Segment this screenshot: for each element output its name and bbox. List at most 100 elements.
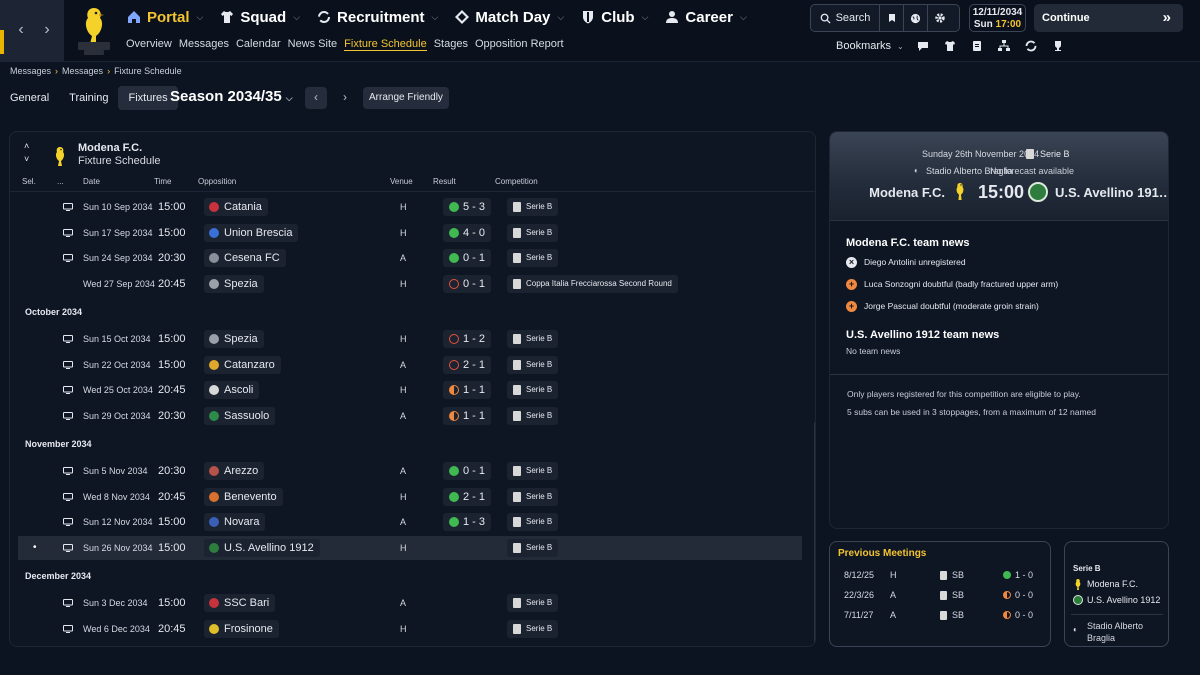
column-result[interactable]: Result xyxy=(433,177,456,186)
breadcrumb-item[interactable]: Messages xyxy=(10,66,51,76)
tab-fixtures[interactable]: Fixtures xyxy=(118,86,178,110)
settings-button[interactable] xyxy=(927,5,951,31)
table-row[interactable]: Sun 15 Oct 2034 15:00 Spezia H 1 - 2 Serie B xyxy=(18,327,802,351)
table-row[interactable]: Sun 10 Sep 2034 15:00 Catania H 5 - 3 Serie B xyxy=(18,195,802,219)
previous-meeting-row[interactable]: 7/11/27 A SB 0 - 0 xyxy=(830,608,1050,624)
competition-link[interactable]: Serie B xyxy=(507,487,559,506)
team-news-item[interactable]: + Jorge Pascual doubtful (moderate groin … xyxy=(846,295,1156,317)
subnav-calendar[interactable]: Calendar xyxy=(236,38,281,51)
forward-button[interactable]: › xyxy=(36,14,58,46)
previous-meeting-row[interactable]: 22/3/26 A SB 0 - 0 xyxy=(830,588,1050,604)
venue-home-team[interactable]: Modena F.C. xyxy=(1087,579,1138,589)
team-news-item[interactable]: × Diego Antolini unregistered xyxy=(846,251,1156,273)
column-sel[interactable]: Sel. xyxy=(22,177,36,186)
subnav-fixture-schedule[interactable]: Fixture Schedule xyxy=(344,38,427,51)
nav-career[interactable]: Career ⌵ xyxy=(664,6,747,28)
nav-portal[interactable]: Portal ⌵ xyxy=(126,6,203,28)
table-row[interactable]: Wed 8 Nov 2034 20:45 Benevento H 2 - 1 Serie … xyxy=(18,485,802,509)
opposition-link[interactable]: U.S. Avellino 1912 xyxy=(204,538,320,557)
next-season-button[interactable]: › xyxy=(334,87,356,109)
column-options[interactable]: ... xyxy=(57,177,64,186)
result-link[interactable]: 1 - 1 xyxy=(443,381,492,399)
subnav-overview[interactable]: Overview xyxy=(126,38,172,51)
home-team[interactable]: Modena F.C. xyxy=(869,185,945,200)
tab-general[interactable]: General xyxy=(0,86,59,110)
opposition-link[interactable]: Arezzo xyxy=(204,462,265,480)
shirt-icon[interactable] xyxy=(942,38,958,54)
opposition-link[interactable]: Frosinone xyxy=(204,619,279,638)
column-venue[interactable]: Venue xyxy=(390,177,413,186)
opposition-link[interactable]: Union Brescia xyxy=(204,223,299,242)
column-competition[interactable]: Competition xyxy=(495,177,538,186)
table-row[interactable]: Sun 3 Dec 2034 15:00 SSC Bari A Serie B xyxy=(18,591,802,615)
scrollbar[interactable] xyxy=(814,422,815,646)
venue-away-team[interactable]: U.S. Avellino 1912 xyxy=(1087,595,1160,605)
opposition-link[interactable]: Spezia xyxy=(204,330,264,348)
table-row[interactable]: Wed 27 Sep 2034 20:45 Spezia H 0 - 1 Coppa It… xyxy=(18,272,802,296)
opposition-link[interactable]: Catanzaro xyxy=(204,355,281,374)
table-row[interactable]: Sun 12 Nov 2034 15:00 Novara A 1 - 3 Serie B xyxy=(18,510,802,534)
column-time[interactable]: Time xyxy=(154,177,171,186)
table-row[interactable]: Sun 29 Oct 2034 20:30 Sassuolo A 1 - 1 Serie … xyxy=(18,404,802,428)
result-link[interactable]: 4 - 0 xyxy=(443,223,492,242)
result-link[interactable]: 0 - 1 xyxy=(443,249,492,267)
breadcrumb-item[interactable]: Messages xyxy=(62,66,103,76)
nav-squad[interactable]: Squad ⌵ xyxy=(219,6,300,28)
collapse-toggle[interactable]: ˄ ˅ xyxy=(24,140,29,166)
table-row[interactable]: Sun 24 Sep 2034 20:30 Cesena FC A 0 - 1 Serie… xyxy=(18,246,802,270)
result-link[interactable]: 0 - 1 xyxy=(443,274,492,293)
opposition-link[interactable]: Cesena FC xyxy=(204,249,286,267)
bookmarks-label[interactable]: Bookmarks xyxy=(836,40,891,52)
opposition-link[interactable]: Benevento xyxy=(204,487,283,506)
competition-link[interactable]: Serie B xyxy=(507,330,559,348)
opposition-link[interactable]: Ascoli xyxy=(204,381,260,399)
competition-link[interactable]: Serie B xyxy=(507,538,559,557)
nav-recruitment[interactable]: Recruitment ⌵ xyxy=(316,6,438,28)
opposition-link[interactable]: Spezia xyxy=(204,274,264,293)
trophy-icon[interactable] xyxy=(1050,38,1066,54)
chevron-down-icon[interactable]: ⌄ xyxy=(897,42,904,51)
subnav-messages[interactable]: Messages xyxy=(179,38,229,51)
column-opposition[interactable]: Opposition xyxy=(198,177,236,186)
previous-meeting-row[interactable]: 8/12/25 H SB 1 - 0 xyxy=(830,568,1050,584)
arrange-friendly-button[interactable]: Arrange Friendly xyxy=(363,87,449,109)
hierarchy-icon[interactable] xyxy=(996,38,1012,54)
nav-club[interactable]: Club ⌵ xyxy=(580,6,648,28)
game-date[interactable]: 12/11/2034 Sun 17:00 xyxy=(969,4,1026,32)
subnav-news-site[interactable]: News Site xyxy=(288,38,338,51)
tab-training[interactable]: Training xyxy=(59,86,118,110)
competition-link[interactable]: Serie B xyxy=(507,619,559,638)
table-row[interactable]: Wed 6 Dec 2034 20:45 Frosinone H Serie B xyxy=(18,617,802,641)
competition-link[interactable]: Coppa Italia Frecciarossa Second Round xyxy=(507,274,678,293)
season-selector[interactable]: Season 2034/35 ⌵ xyxy=(170,88,293,105)
clipboard-icon[interactable] xyxy=(969,38,985,54)
away-team[interactable]: U.S. Avellino 191… xyxy=(1055,185,1168,200)
table-row[interactable]: Wed 25 Oct 2034 20:45 Ascoli H 1 - 1 Serie B xyxy=(18,378,802,402)
match-competition[interactable]: Serie B xyxy=(1026,149,1070,159)
result-link[interactable]: 1 - 1 xyxy=(443,406,492,425)
result-link[interactable]: 5 - 3 xyxy=(443,198,492,216)
nav-match-day[interactable]: Match Day ⌵ xyxy=(454,6,564,28)
competition-link[interactable]: Serie B xyxy=(507,381,559,399)
table-row[interactable]: Sun 17 Sep 2034 15:00 Union Brescia H 4 - 0 S… xyxy=(18,221,802,245)
competition-link[interactable]: Serie B xyxy=(507,355,559,374)
continue-button[interactable]: Continue » xyxy=(1034,4,1183,32)
opposition-link[interactable]: Novara xyxy=(204,513,266,531)
team-news-item[interactable]: + Luca Sonzogni doubtful (badly fractured… xyxy=(846,273,1156,295)
opposition-link[interactable]: Catania xyxy=(204,198,268,216)
table-row[interactable]: Sun 5 Nov 2034 20:30 Arezzo A 0 - 1 Serie B xyxy=(18,459,802,483)
venue-stadium[interactable]: Stadio Alberto Braglia xyxy=(1087,620,1167,644)
club-crest-icon[interactable] xyxy=(74,4,114,56)
chat-icon[interactable] xyxy=(915,38,931,54)
column-date[interactable]: Date xyxy=(83,177,100,186)
cycle-icon[interactable] xyxy=(1023,38,1039,54)
competition-link[interactable]: Serie B xyxy=(507,198,559,216)
previous-season-button[interactable]: ‹ xyxy=(305,87,327,109)
subnav-stages[interactable]: Stages xyxy=(434,38,468,51)
competition-link[interactable]: Serie B xyxy=(507,594,559,612)
result-link[interactable]: 0 - 1 xyxy=(443,462,492,480)
competition-link[interactable]: Serie B xyxy=(507,249,559,267)
world-button[interactable] xyxy=(903,5,927,31)
back-button[interactable]: ‹ xyxy=(10,14,32,46)
search-button[interactable]: Search xyxy=(811,5,879,31)
